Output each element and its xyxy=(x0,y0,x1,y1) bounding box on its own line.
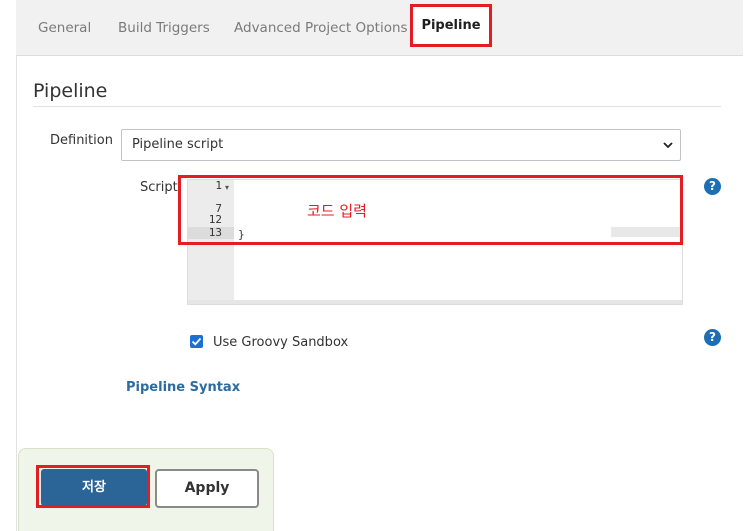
definition-select[interactable]: Pipeline script xyxy=(121,129,681,161)
code-gray-block xyxy=(611,227,682,237)
code-area[interactable] xyxy=(234,180,682,300)
tab-advanced-project-options[interactable]: Advanced Project Options xyxy=(234,0,408,56)
use-groovy-sandbox-checkbox[interactable] xyxy=(190,335,203,348)
tab-build-triggers[interactable]: Build Triggers xyxy=(118,0,210,56)
use-groovy-sandbox-label: Use Groovy Sandbox xyxy=(213,335,349,350)
line-number-gutter: 1 ▾ 7 12 13 xyxy=(188,180,234,300)
code-input-annotation: 코드 입력 xyxy=(307,202,367,220)
script-editor[interactable]: 1 ▾ 7 12 13 } xyxy=(187,179,683,305)
line-number: 1 xyxy=(215,179,222,192)
apply-button[interactable]: Apply xyxy=(155,469,259,508)
checkmark-icon xyxy=(191,337,202,346)
closing-brace: } xyxy=(238,228,245,241)
help-icon[interactable]: ? xyxy=(704,178,721,195)
definition-label: Definition xyxy=(50,133,113,148)
section-title: Pipeline xyxy=(33,80,108,102)
tab-pipeline[interactable]: Pipeline xyxy=(411,5,491,46)
tab-bar: General Build Triggers Advanced Project … xyxy=(16,0,743,56)
window-edge xyxy=(0,0,16,531)
tab-general[interactable]: General xyxy=(38,0,91,56)
line-number: 12 xyxy=(208,213,222,226)
script-label: Script xyxy=(140,180,178,195)
save-button[interactable]: 저장 xyxy=(41,469,147,506)
horizontal-scrollbar[interactable] xyxy=(188,300,682,304)
fold-icon: ▾ xyxy=(225,183,230,192)
help-icon[interactable]: ? xyxy=(704,329,721,346)
section-divider xyxy=(33,106,721,107)
definition-selected-value: Pipeline script xyxy=(132,137,224,152)
chevron-down-icon xyxy=(663,142,673,149)
pipeline-syntax-link[interactable]: Pipeline Syntax xyxy=(126,380,240,395)
line-number: 13 xyxy=(188,227,234,239)
